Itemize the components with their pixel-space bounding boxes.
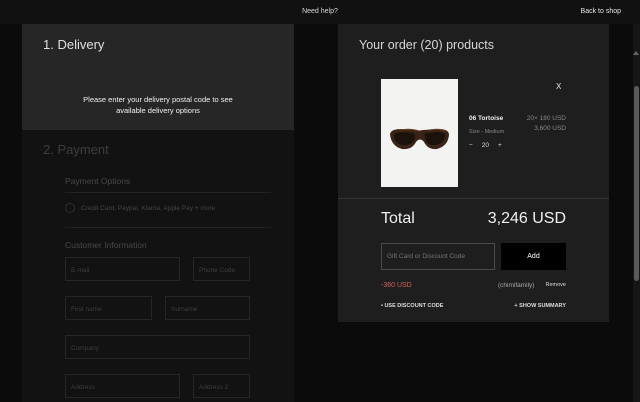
product-size: Size - Medium — [469, 129, 505, 135]
customer-info-label: Customer Information — [65, 240, 147, 250]
payment-method-option[interactable]: Credit Card, Paypal, Klarna, Apple Pay +… — [65, 203, 215, 213]
order-summary: Your order (20) products X 06 Tortoise S… — [338, 24, 609, 322]
radio-icon[interactable] — [65, 203, 75, 213]
qty-increment-button[interactable]: + — [498, 142, 502, 149]
qty-value: 20 — [481, 142, 490, 149]
delivery-title: 1. Delivery — [43, 37, 105, 52]
delivery-message-line2: available delivery options — [116, 106, 200, 115]
delivery-message: Please enter your delivery postal code t… — [22, 94, 294, 116]
address-field[interactable]: Address — [65, 374, 180, 398]
use-discount-code-link[interactable]: • USE DISCOUNT CODE — [381, 303, 443, 309]
checkout-steps: 1. Delivery Please enter your delivery p… — [22, 24, 294, 402]
qty-decrement-button[interactable]: − — [469, 142, 473, 149]
payment-options-label: Payment Options — [65, 176, 131, 186]
quantity-stepper: − 20 + — [469, 142, 502, 149]
scrollbar-thumb[interactable] — [634, 86, 639, 281]
sunglasses-image — [390, 128, 449, 150]
delivery-section: 1. Delivery Please enter your delivery p… — [22, 24, 294, 130]
need-help-link[interactable]: Need help? — [0, 8, 640, 15]
product-name: 06 Tortoise — [469, 115, 504, 122]
payment-section: 2. Payment Payment Options Credit Card, … — [22, 130, 294, 402]
divider — [65, 227, 271, 228]
show-summary-link[interactable]: + SHOW SUMMARY — [514, 303, 566, 309]
unit-price: 20× 180 USD — [526, 115, 566, 122]
scroll-up-icon[interactable] — [633, 51, 639, 55]
close-icon[interactable]: X — [556, 82, 561, 91]
total-label: Total — [381, 210, 415, 227]
surname-field[interactable]: Surname — [165, 296, 250, 320]
add-code-button[interactable]: Add — [501, 243, 566, 270]
order-title: Your order (20) products — [359, 38, 495, 52]
company-field[interactable]: Company — [65, 335, 250, 359]
email-field[interactable]: E-mail — [65, 257, 180, 281]
divider — [65, 192, 271, 193]
product-image — [381, 79, 458, 187]
discount-code-name: (chimifamily) — [498, 282, 535, 289]
back-to-shop-link[interactable]: Back to shop — [581, 8, 621, 15]
scrollbar[interactable] — [633, 24, 640, 402]
line-total: 3,600 USD — [534, 125, 566, 132]
total-value: 3,246 USD — [487, 210, 566, 227]
delivery-message-line1: Please enter your delivery postal code t… — [83, 95, 233, 104]
phone-code-field[interactable]: Phone Code — [193, 257, 250, 281]
checkout-page: Need help? Back to shop 1. Delivery Plea… — [0, 0, 640, 402]
payment-title: 2. Payment — [43, 142, 109, 157]
top-bar: Need help? Back to shop — [0, 0, 640, 24]
discount-amount: -360 USD — [381, 282, 412, 289]
address2-field[interactable]: Address 2 — [193, 374, 250, 398]
discount-code-input[interactable] — [381, 243, 495, 270]
remove-discount-button[interactable]: Remove — [546, 282, 566, 288]
payment-methods-text: Credit Card, Paypal, Klarna, Apple Pay +… — [81, 204, 216, 212]
first-name-field[interactable]: First name — [65, 296, 152, 320]
divider — [338, 198, 609, 199]
